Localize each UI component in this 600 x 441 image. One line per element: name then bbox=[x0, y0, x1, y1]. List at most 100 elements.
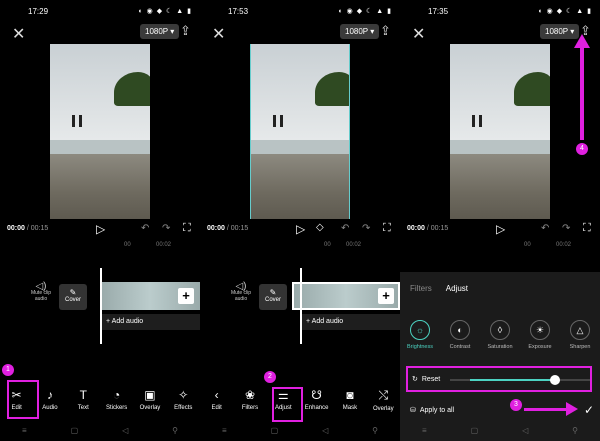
tool-label: Stickers bbox=[105, 405, 128, 411]
resolution-button[interactable]: 1080P ▾ bbox=[140, 24, 180, 39]
reset-button[interactable]: ↻ Reset bbox=[412, 375, 440, 384]
resolution-button[interactable]: 1080P ▾ bbox=[340, 24, 380, 39]
step-badge: 3 bbox=[510, 399, 522, 411]
time-display: 00:00 / 00:15 bbox=[7, 225, 49, 232]
close-icon[interactable]: ✕ bbox=[212, 24, 225, 44]
export-icon[interactable]: ⇪ bbox=[180, 23, 191, 39]
time-display: 00:00 / 00:15 bbox=[207, 225, 249, 232]
apply-all-button[interactable]: ⛁ Apply to all bbox=[410, 406, 454, 415]
video-preview bbox=[50, 44, 150, 219]
playback-controls: 00:00 / 00:15 ▷ ◇ ↶ ↷ ⛶ bbox=[200, 222, 400, 240]
brightness-slider-fill bbox=[470, 379, 554, 381]
tool-overlay[interactable]: ⤭ Overlay bbox=[368, 382, 398, 422]
play-icon[interactable]: ▷ bbox=[496, 222, 505, 236]
adjust-exposure[interactable]: ☀ Exposure bbox=[522, 320, 558, 350]
clock: 17:29 bbox=[28, 6, 49, 16]
mute-clip-button[interactable]: ◁) Mute clip audio bbox=[230, 282, 252, 303]
add-clip-button[interactable]: + bbox=[378, 288, 394, 304]
adjust-label: Sharpen bbox=[569, 344, 591, 350]
sparkle-icon: ✧ bbox=[178, 388, 189, 402]
playhead[interactable] bbox=[100, 268, 102, 344]
adjust-brightness[interactable]: ☼ Brightness bbox=[402, 320, 438, 350]
sharpen-icon: △ bbox=[570, 320, 590, 340]
cover-button[interactable]: ✎ Cover bbox=[59, 284, 87, 310]
stack-icon: ⛁ bbox=[410, 407, 416, 414]
tool-label: Audio bbox=[42, 405, 58, 411]
redo-icon[interactable]: ↷ bbox=[362, 223, 370, 234]
tool-mask[interactable]: ◙ Mask bbox=[335, 382, 365, 422]
sticker-icon: ◔ bbox=[113, 388, 121, 402]
add-audio-button[interactable]: + Add audio bbox=[300, 314, 400, 330]
fullscreen-icon[interactable]: ⛶ bbox=[183, 222, 191, 235]
arrow-head bbox=[566, 402, 578, 416]
tool-label: Overlay bbox=[372, 406, 394, 412]
adjust-label: Contrast bbox=[449, 344, 471, 350]
overlay-icon: ▣ bbox=[144, 388, 156, 402]
fullscreen-icon[interactable]: ⛶ bbox=[383, 222, 391, 235]
undo-icon[interactable]: ↶ bbox=[541, 223, 549, 234]
tool-label: Effects bbox=[174, 405, 193, 411]
redo-icon[interactable]: ↷ bbox=[162, 223, 170, 234]
status-icons: ◐ ◉ ◆ ☾ ▲ ▮ bbox=[338, 8, 392, 15]
confirm-check-icon[interactable]: ✓ bbox=[584, 403, 594, 417]
mask-icon: ◙ bbox=[346, 388, 354, 402]
tool-label: Overlay bbox=[139, 405, 161, 411]
tool-filters[interactable]: ❀ Filters bbox=[235, 382, 265, 422]
arrow-to-export bbox=[580, 45, 584, 140]
cover-button[interactable]: ✎ Cover bbox=[259, 284, 287, 310]
arrow-head bbox=[574, 34, 590, 48]
enhance-icon: ☋ bbox=[311, 388, 322, 402]
tool-overlay[interactable]: ▣ Overlay bbox=[135, 382, 165, 422]
top-bar: ✕ 1080P ▾ ⇪ bbox=[0, 22, 200, 46]
adjust-saturation[interactable]: ◊ Saturation bbox=[482, 320, 518, 350]
adjust-tabs: Filters Adjust bbox=[410, 284, 468, 293]
tab-filters[interactable]: Filters bbox=[410, 284, 432, 293]
exposure-icon: ☀ bbox=[530, 320, 550, 340]
playback-controls: 00:00 / 00:15 ▷ ↶ ↷ ⛶ bbox=[400, 222, 600, 240]
keyframe-icon[interactable]: ◇ bbox=[316, 222, 324, 233]
tool-effects[interactable]: ✧ Effects bbox=[168, 382, 198, 422]
close-icon[interactable]: ✕ bbox=[12, 24, 25, 44]
mute-clip-button[interactable]: ◁) Mute clip audio bbox=[30, 282, 52, 303]
time-ruler: 00 00:02 bbox=[324, 242, 362, 248]
status-icons: ◐ ◉ ◆ ☾ ▲ ▮ bbox=[538, 8, 592, 15]
tool-enhance[interactable]: ☋ Enhance bbox=[302, 382, 332, 422]
fullscreen-icon[interactable]: ⛶ bbox=[583, 222, 591, 235]
highlight-edit bbox=[7, 380, 39, 419]
playback-controls: 00:00 / 00:15 ▷ ↶ ↷ ⛶ bbox=[0, 222, 200, 240]
nav-bar: ≡ ▢ ◁ ⚲ bbox=[21, 426, 179, 435]
adjust-contrast[interactable]: ◐ Contrast bbox=[442, 320, 478, 350]
adjust-label: Exposure bbox=[528, 344, 552, 350]
tab-adjust[interactable]: Adjust bbox=[446, 284, 468, 293]
playhead[interactable] bbox=[300, 268, 302, 344]
clock: 17:35 bbox=[428, 6, 449, 16]
tool-edit[interactable]: ‹ Edit bbox=[202, 382, 232, 422]
adjust-sharpen[interactable]: △ Sharpen bbox=[562, 320, 598, 350]
nav-bar: ≡ ▢ ◁ ⚲ bbox=[221, 426, 379, 435]
filters-icon: ❀ bbox=[244, 388, 256, 402]
status-bar: 17:35 ◐ ◉ ◆ ☾ ▲ ▮ bbox=[400, 0, 600, 22]
contrast-icon: ◐ bbox=[450, 320, 470, 340]
adjust-options: ☼ Brightness ◐ Contrast ◊ Saturation ☀ Exposure… bbox=[400, 320, 600, 350]
undo-icon[interactable]: ↶ bbox=[341, 223, 349, 234]
add-audio-button[interactable]: + Add audio bbox=[100, 314, 200, 330]
play-icon[interactable]: ▷ bbox=[296, 222, 305, 236]
add-clip-button[interactable]: + bbox=[178, 288, 194, 304]
video-preview bbox=[250, 44, 350, 219]
close-icon[interactable]: ✕ bbox=[412, 24, 425, 44]
adjust-label: Brightness bbox=[407, 344, 433, 350]
time-ruler: 00 00:02 bbox=[124, 242, 172, 248]
tool-label: Edit bbox=[211, 405, 222, 411]
video-preview bbox=[450, 44, 550, 219]
undo-icon[interactable]: ↶ bbox=[141, 223, 149, 234]
play-icon[interactable]: ▷ bbox=[96, 222, 105, 236]
export-icon[interactable]: ⇪ bbox=[380, 23, 391, 39]
brightness-slider-knob[interactable] bbox=[550, 375, 560, 385]
tool-audio[interactable]: ♪ Audio bbox=[35, 382, 65, 422]
redo-icon[interactable]: ↷ bbox=[562, 223, 570, 234]
tool-stickers[interactable]: ◔ Stickers bbox=[102, 382, 132, 422]
saturation-icon: ◊ bbox=[490, 320, 510, 340]
status-bar: 17:53 ◐ ◉ ◆ ☾ ▲ ▮ bbox=[200, 0, 400, 22]
tool-text[interactable]: T Text bbox=[68, 382, 98, 422]
step-badge: 1 bbox=[2, 364, 14, 376]
